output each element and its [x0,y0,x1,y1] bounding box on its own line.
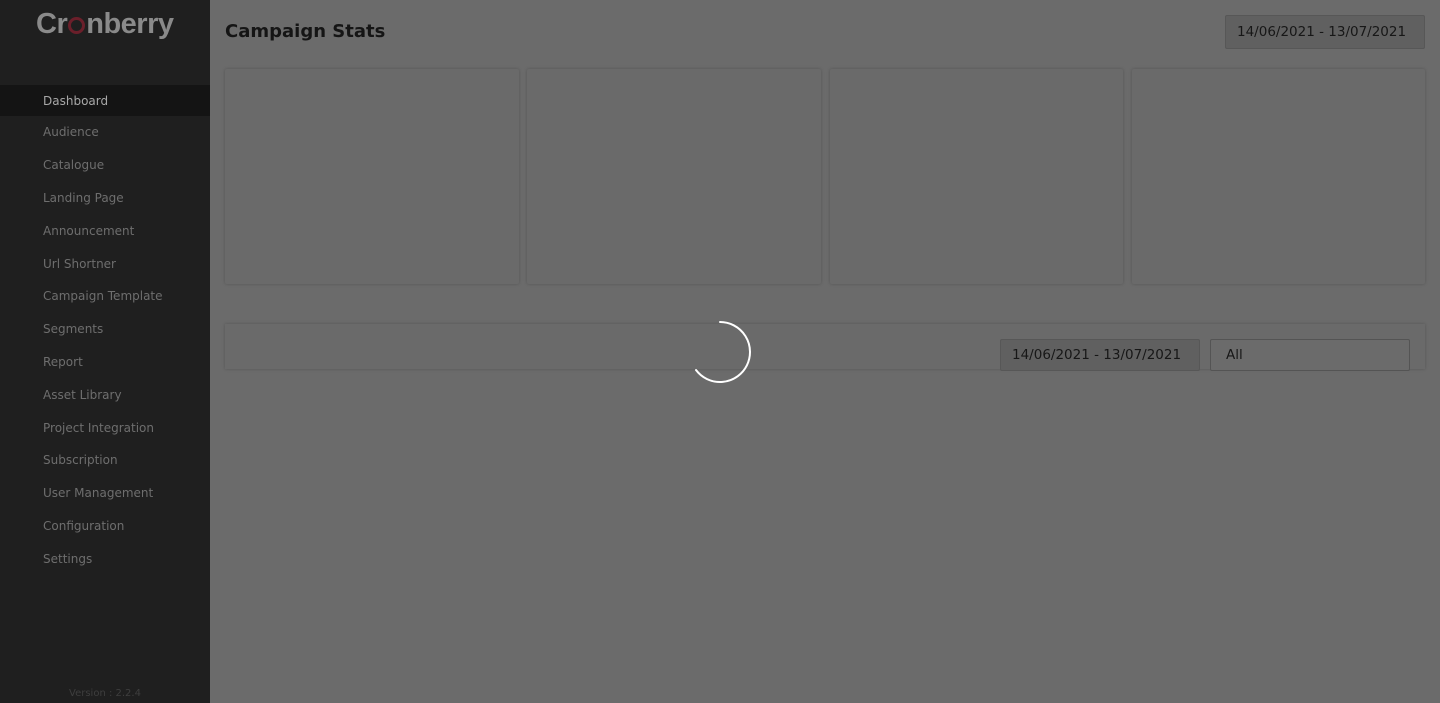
sidebar-item-catalogue[interactable]: Catalogue [0,149,210,182]
sidebar-item-audience[interactable]: Audience [0,116,210,149]
version-label: Version : 2.2.4 [69,688,141,699]
main-content: Campaign Stats 14/06/2021 - 13/07/2021 1… [210,0,1440,703]
stat-card-2 [527,69,821,284]
cronberry-logo[interactable]: Cr nberry [36,8,174,41]
stat-card-1 [225,69,519,284]
sidebar-item-subscription[interactable]: Subscription [0,444,210,477]
sidebar-item-url-shortner[interactable]: Url Shortner [0,247,210,280]
date-range-picker[interactable]: 14/06/2021 - 13/07/2021 [1225,15,1425,49]
stat-card-4 [1132,69,1425,284]
campaign-filter-select[interactable]: All [1210,339,1410,371]
loading-spinner-icon [695,321,751,383]
sidebar-item-campaign-template[interactable]: Campaign Template [0,280,210,313]
sidebar-item-segments[interactable]: Segments [0,313,210,346]
panel-date-range-picker[interactable]: 14/06/2021 - 13/07/2021 [1000,339,1200,371]
logo-o-mark [68,17,86,34]
sidebar: Cr nberry Dashboard Audience Catalogue La… [0,0,210,703]
logo-text-end: nberry [86,8,174,40]
stat-card-3 [830,69,1123,284]
sidebar-item-report[interactable]: Report [0,346,210,379]
sidebar-item-user-management[interactable]: User Management [0,477,210,510]
sidebar-item-project-integration[interactable]: Project Integration [0,411,210,444]
sidebar-item-settings[interactable]: Settings [0,542,210,575]
campaign-filter-panel: 14/06/2021 - 13/07/2021 All [225,324,1425,371]
sidebar-item-configuration[interactable]: Configuration [0,510,210,543]
sidebar-item-landing-page[interactable]: Landing Page [0,182,210,215]
page-title: Campaign Stats [225,21,386,42]
logo-text-start: Cr [36,8,68,40]
sidebar-item-dashboard[interactable]: Dashboard [0,85,210,116]
sidebar-nav: Dashboard Audience Catalogue Landing Pag… [0,85,210,575]
sidebar-item-announcement[interactable]: Announcement [0,214,210,247]
sidebar-item-asset-library[interactable]: Asset Library [0,378,210,411]
